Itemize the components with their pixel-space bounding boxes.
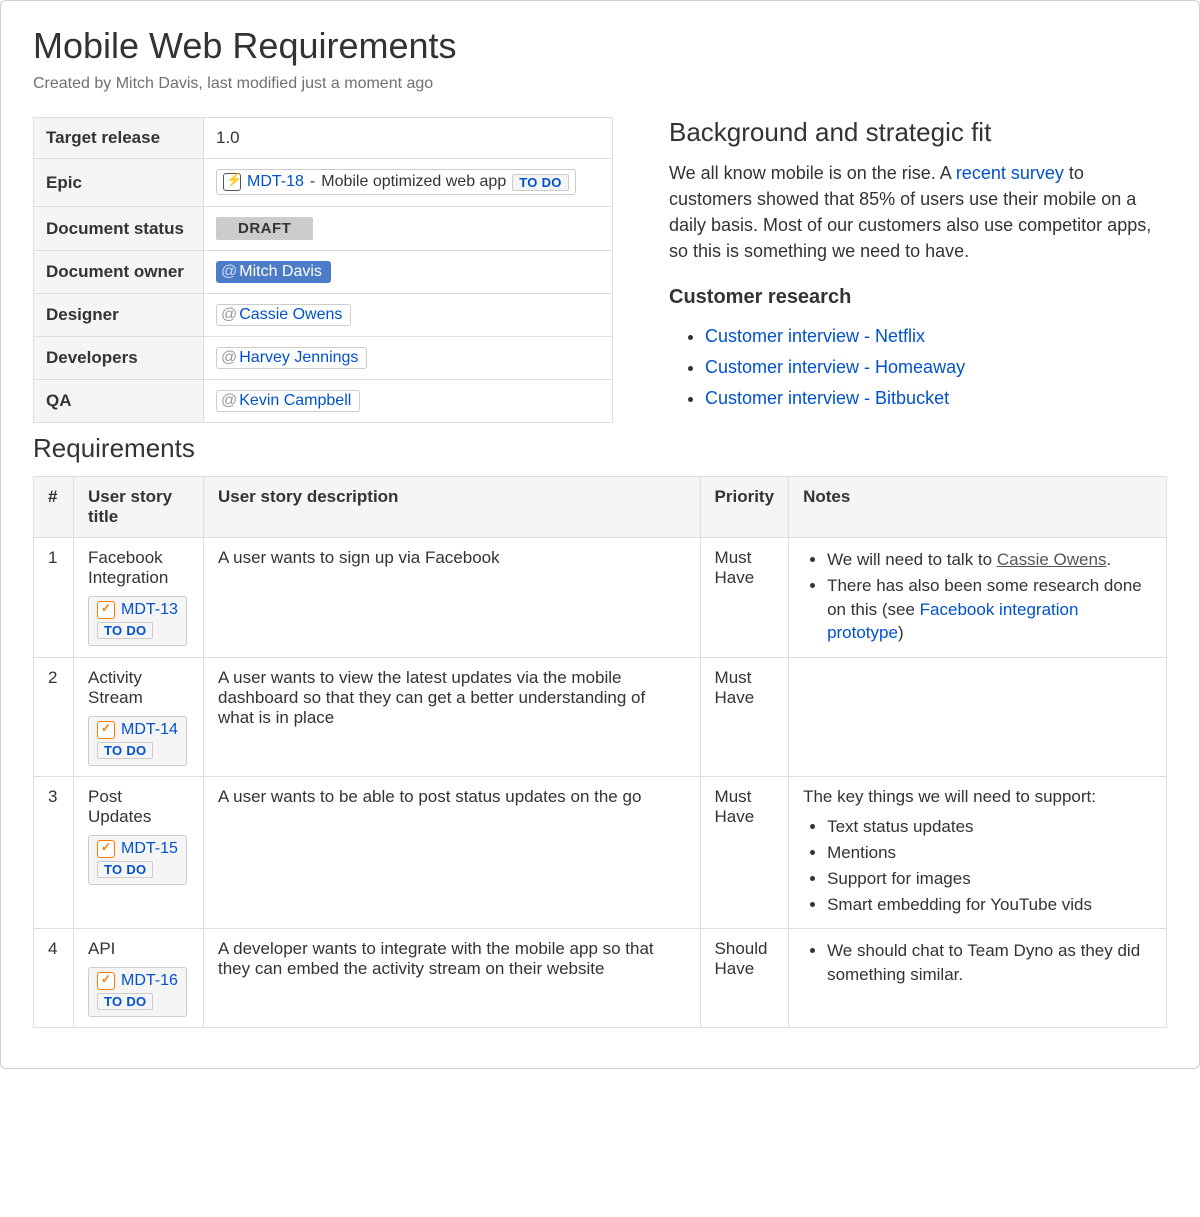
at-icon: @ <box>221 392 237 410</box>
row-num: 2 <box>34 658 74 777</box>
row-priority: Should Have <box>700 929 789 1028</box>
issue-status: TO DO <box>97 861 153 878</box>
row-notes: We should chat to Team Dyno as they did … <box>789 929 1167 1028</box>
recent-survey-link[interactable]: recent survey <box>956 163 1064 183</box>
requirements-table: # User story title User story descriptio… <box>33 476 1167 1028</box>
issue-key: MDT-13 <box>121 601 178 619</box>
story-issue-pill[interactable]: MDT-14 TO DO <box>88 716 187 766</box>
research-link[interactable]: Customer interview - Netflix <box>705 326 925 346</box>
table-row: 1Facebook IntegrationMDT-13TO DOA user w… <box>34 538 1167 658</box>
meta-label-designer: Designer <box>34 294 204 337</box>
list-item: Text status updates <box>827 815 1152 839</box>
story-icon <box>97 972 115 990</box>
table-row: 2Activity StreamMDT-14TO DOA user wants … <box>34 658 1167 777</box>
col-notes: Notes <box>789 477 1167 538</box>
issue-key: MDT-14 <box>121 721 178 739</box>
row-priority: Must Have <box>700 658 789 777</box>
story-icon <box>97 601 115 619</box>
issue-key: MDT-15 <box>121 840 178 858</box>
row-title: Activity StreamMDT-14TO DO <box>74 658 204 777</box>
row-desc: A user wants to be able to post status u… <box>204 777 701 929</box>
research-heading: Customer research <box>669 286 1167 309</box>
meta-label-doc-owner: Document owner <box>34 251 204 294</box>
row-notes: The key things we will need to support:T… <box>789 777 1167 929</box>
epic-status: TO DO <box>512 174 568 191</box>
row-num: 3 <box>34 777 74 929</box>
research-link[interactable]: Customer interview - Bitbucket <box>705 388 949 408</box>
row-desc: A user wants to sign up via Facebook <box>204 538 701 658</box>
issue-status: TO DO <box>97 742 153 759</box>
epic-issue-pill[interactable]: MDT-18 - Mobile optimized web app TO DO <box>216 169 576 195</box>
row-priority: Must Have <box>700 538 789 658</box>
row-title: APIMDT-16TO DO <box>74 929 204 1028</box>
doc-status-badge: DRAFT <box>216 217 313 240</box>
story-issue-pill[interactable]: MDT-16 TO DO <box>88 967 187 1017</box>
row-title: Facebook IntegrationMDT-13TO DO <box>74 538 204 658</box>
col-desc: User story description <box>204 477 701 538</box>
table-row: 4APIMDT-16TO DOA developer wants to inte… <box>34 929 1167 1028</box>
issue-status: TO DO <box>97 622 153 639</box>
row-title: Post UpdatesMDT-15TO DO <box>74 777 204 929</box>
research-list: Customer interview - Netflix Customer in… <box>669 321 1167 413</box>
background-heading: Background and strategic fit <box>669 117 1167 148</box>
col-title: User story title <box>74 477 204 538</box>
meta-label-doc-status: Document status <box>34 207 204 251</box>
epic-icon <box>223 173 241 191</box>
story-icon <box>97 840 115 858</box>
row-num: 1 <box>34 538 74 658</box>
row-notes <box>789 658 1167 777</box>
research-link[interactable]: Customer interview - Homeaway <box>705 357 965 377</box>
meta-label-qa: QA <box>34 380 204 423</box>
epic-key: MDT-18 <box>247 173 304 191</box>
epic-summary: Mobile optimized web app <box>321 173 506 191</box>
mention-qa[interactable]: @ Kevin Campbell <box>216 390 360 412</box>
table-row: 3Post UpdatesMDT-15TO DOA user wants to … <box>34 777 1167 929</box>
list-item: We should chat to Team Dyno as they did … <box>827 939 1152 987</box>
mention-developer[interactable]: @ Harvey Jennings <box>216 347 367 369</box>
row-desc: A developer wants to integrate with the … <box>204 929 701 1028</box>
col-num: # <box>34 477 74 538</box>
meta-label-epic: Epic <box>34 159 204 207</box>
row-priority: Must Have <box>700 777 789 929</box>
background-paragraph: We all know mobile is on the rise. A rec… <box>669 160 1167 264</box>
person-mention[interactable]: Cassie Owens <box>997 550 1107 569</box>
col-priority: Priority <box>700 477 789 538</box>
page-title: Mobile Web Requirements <box>33 25 1167 67</box>
list-item: There has also been some research done o… <box>827 574 1152 645</box>
issue-key: MDT-16 <box>121 972 178 990</box>
meta-label-developers: Developers <box>34 337 204 380</box>
list-item: Mentions <box>827 841 1152 865</box>
story-icon <box>97 721 115 739</box>
story-issue-pill[interactable]: MDT-15 TO DO <box>88 835 187 885</box>
mention-designer[interactable]: @ Cassie Owens <box>216 304 351 326</box>
requirements-heading: Requirements <box>33 433 1167 464</box>
meta-value-target-release: 1.0 <box>204 118 613 159</box>
list-item: Smart embedding for YouTube vids <box>827 893 1152 917</box>
row-notes: We will need to talk to Cassie Owens.The… <box>789 538 1167 658</box>
row-num: 4 <box>34 929 74 1028</box>
list-item: We will need to talk to Cassie Owens. <box>827 548 1152 572</box>
metadata-table: Target release 1.0 Epic MDT-18 - Mobile … <box>33 117 613 423</box>
list-item: Support for images <box>827 867 1152 891</box>
meta-label-target-release: Target release <box>34 118 204 159</box>
at-icon: @ <box>221 306 237 324</box>
story-issue-pill[interactable]: MDT-13 TO DO <box>88 596 187 646</box>
byline: Created by Mitch Davis, last modified ju… <box>33 75 1167 93</box>
at-icon: @ <box>221 349 237 367</box>
mention-owner[interactable]: @ Mitch Davis <box>216 261 331 283</box>
row-desc: A user wants to view the latest updates … <box>204 658 701 777</box>
issue-status: TO DO <box>97 993 153 1010</box>
at-icon: @ <box>221 263 237 281</box>
